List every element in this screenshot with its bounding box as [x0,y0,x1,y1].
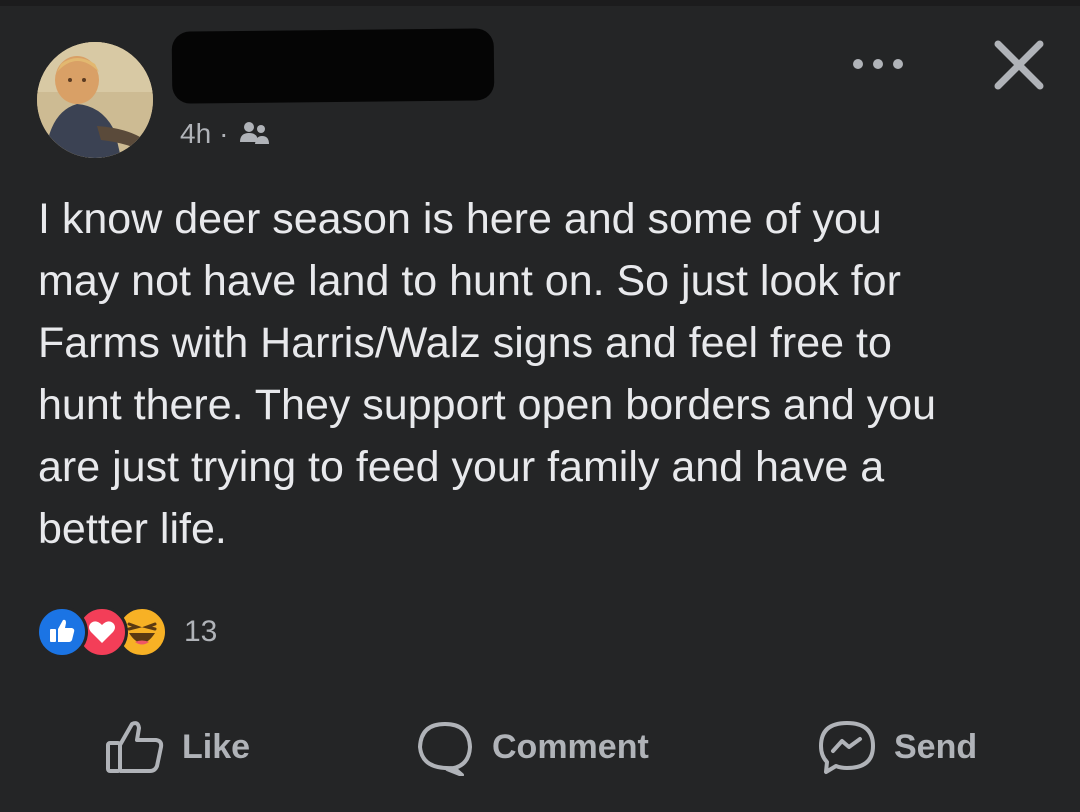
top-edge [0,0,1080,6]
avatar[interactable] [37,42,153,158]
messenger-icon [819,721,875,774]
more-options-icon[interactable] [846,48,910,80]
friends-icon[interactable] [238,120,270,148]
comment-bubble-icon [418,722,472,776]
comment-label: Comment [492,727,649,766]
send-button[interactable]: Send [816,712,977,782]
meta-separator: · [219,118,229,149]
post-meta: 4h · [180,116,270,152]
author-name-redacted [171,28,495,104]
reaction-summary[interactable]: 13 [36,606,217,658]
reaction-count: 13 [184,615,218,648]
send-label: Send [894,727,978,766]
post-timestamp[interactable]: 4h [180,118,211,150]
like-reaction-icon [36,606,88,658]
action-bar: Like Comment Send [0,712,1080,782]
like-button[interactable]: Like [104,712,250,782]
thumbs-up-icon [106,721,164,773]
like-label: Like [182,727,251,766]
close-icon[interactable] [988,34,1050,96]
comment-button[interactable]: Comment [414,712,649,782]
avatar-photo [37,42,153,158]
post-text: I know deer season is here and some of y… [38,195,937,553]
